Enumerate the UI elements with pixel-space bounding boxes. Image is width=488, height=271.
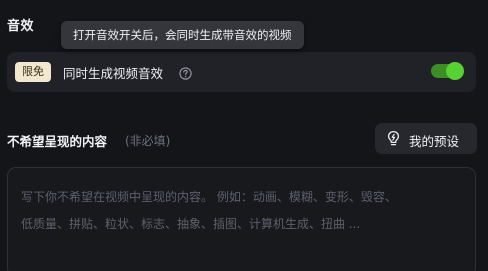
sound-tooltip: 打开音效开关后，会同时生成带音效的视频 bbox=[61, 21, 304, 49]
negative-prompt-title: 不希望呈现的内容 bbox=[7, 134, 108, 149]
sound-section-title: 音效 bbox=[7, 19, 35, 34]
toggle-knob bbox=[446, 62, 464, 80]
free-badge: 限免 bbox=[15, 62, 51, 82]
negative-prompt-input[interactable]: 写下你不希望在视频中呈现的内容。 例如：动画、模糊、变形、毁容、 低质量、拼贴、… bbox=[7, 167, 476, 271]
my-preset-button[interactable]: 我的预设 bbox=[375, 123, 477, 154]
placeholder-line-2: 低质量、拼贴、粒状、标志、抽象、插图、计算机生成、扭曲 ... bbox=[21, 217, 361, 231]
question-circle-icon[interactable] bbox=[179, 65, 192, 80]
sound-option-label: 同时生成视频音效 bbox=[63, 66, 164, 81]
app-root: 音效 打开音效开关后，会同时生成带音效的视频 限免 同时生成视频音效 不希望呈现… bbox=[0, 0, 488, 271]
placeholder-line-1: 写下你不希望在视频中呈现的内容。 例如：动画、模糊、变形、毁容、 bbox=[21, 190, 397, 204]
sound-option-card: 限免 同时生成视频音效 bbox=[7, 52, 476, 92]
sound-toggle[interactable] bbox=[431, 62, 464, 80]
negative-prompt-placeholder: 写下你不希望在视频中呈现的内容。 例如：动画、模糊、变形、毁容、 低质量、拼贴、… bbox=[21, 184, 441, 238]
my-preset-label: 我的预设 bbox=[409, 134, 460, 149]
optional-hint: (非必填) bbox=[125, 134, 171, 148]
lightbulb-icon bbox=[385, 130, 402, 147]
